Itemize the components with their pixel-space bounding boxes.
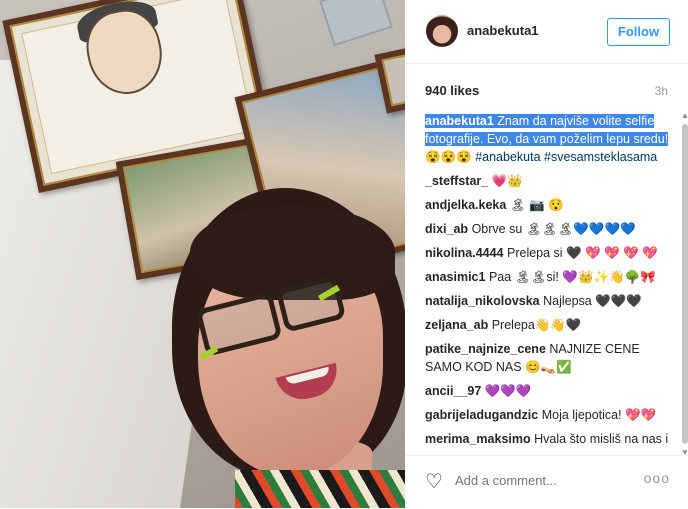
post-side-panel: anabekuta1 Follow 940 likes 3h anabekuta… [405,0,688,508]
comment-username[interactable]: zeljana_ab [425,318,488,332]
heart-outline-icon[interactable]: ♡ [425,472,447,492]
comment-text: Paa 🏝🏝si! 💜👑✨👋🌳🎀 [488,270,656,284]
comment-username[interactable]: natalija_nikolovska [425,294,540,308]
comment-text: 💜💜💜 [484,384,532,398]
follow-button[interactable]: Follow [607,18,670,46]
comment: andjelka.keka 🏝 📷 😯 [425,196,677,214]
comment: patike_najnize_cene NAJNIZE CENE SAMO KO… [425,340,677,376]
scrollbar-thumb[interactable] [682,124,688,444]
comment-text: Obrve su 🏝🏝🏝💙💙💙💙 [471,222,636,236]
comment-username[interactable]: gabrijeladugandzic [425,408,538,422]
subject-dress [235,470,405,508]
comment-username[interactable]: nikolina.4444 [425,246,504,260]
comment-username[interactable]: dixi_ab [425,222,468,236]
comment-username[interactable]: andjelka.keka [425,198,506,212]
comment: _steffstar_ 💗👑 [425,172,677,190]
comment-username[interactable]: ancii__97 [425,384,481,398]
comment-text: Moja ljepotica! 💖💖 [541,408,657,422]
comment: merima_maksimo Hvala što misliš na nas i… [425,430,677,447]
comment-text: Najlepsa 🖤🖤🖤 [543,294,642,308]
comment-text: Prelepa👋👋🖤 [491,318,582,332]
comment-bar: ♡ ooo [405,455,688,509]
hashtag-link[interactable]: #anabekuta [475,150,540,164]
comment-text: 🏝 📷 😯 [509,198,564,212]
post-photo[interactable] [0,0,405,508]
post-header: anabekuta1 Follow [405,0,688,64]
comment: dixi_ab Obrve su 🏝🏝🏝💙💙💙💙 [425,220,677,238]
comment: natalija_nikolovska Najlepsa 🖤🖤🖤 [425,292,677,310]
comment: zeljana_ab Prelepa👋👋🖤 [425,316,677,334]
comment-username[interactable]: anasimic1 [425,270,485,284]
comments-scrollbar[interactable]: ▲ ▼ [681,112,688,457]
caption-emojis: 😵😵😵 [425,150,472,164]
comment: nikolina.4444 Prelepa si 🖤 💖 💖 💖 💖 [425,244,677,262]
comment-username[interactable]: merima_maksimo [425,432,531,446]
comments-list: anabekuta1 Znam da najviše volite selfie… [425,112,677,447]
comment-username[interactable]: _steffstar_ [425,174,488,188]
caption: anabekuta1 Znam da najviše volite selfie… [425,112,677,166]
avatar[interactable] [426,15,458,47]
comment-text: Prelepa si 🖤 💖 💖 💖 💖 [507,246,658,260]
add-comment-input[interactable] [453,472,637,489]
hashtag-link[interactable]: #svesamsteklasama [544,150,657,164]
comment: anasimic1 Paa 🏝🏝si! 💜👑✨👋🌳🎀 [425,268,677,286]
comment-username[interactable]: patike_najnize_cene [425,342,546,356]
comment: ancii__97 💜💜💜 [425,382,677,400]
ellipsis-icon[interactable]: ooo [644,470,670,486]
post-time[interactable]: 3h [655,84,668,98]
likes-count[interactable]: 940 likes [425,83,479,98]
comment-text: 💗👑 [491,174,523,188]
wall-lamp [319,0,393,47]
scroll-up-icon[interactable]: ▲ [681,112,688,120]
caption-username[interactable]: anabekuta1 [425,114,494,128]
header-username[interactable]: anabekuta1 [467,23,539,38]
comment: gabrijeladugandzic Moja ljepotica! 💖💖 [425,406,677,424]
